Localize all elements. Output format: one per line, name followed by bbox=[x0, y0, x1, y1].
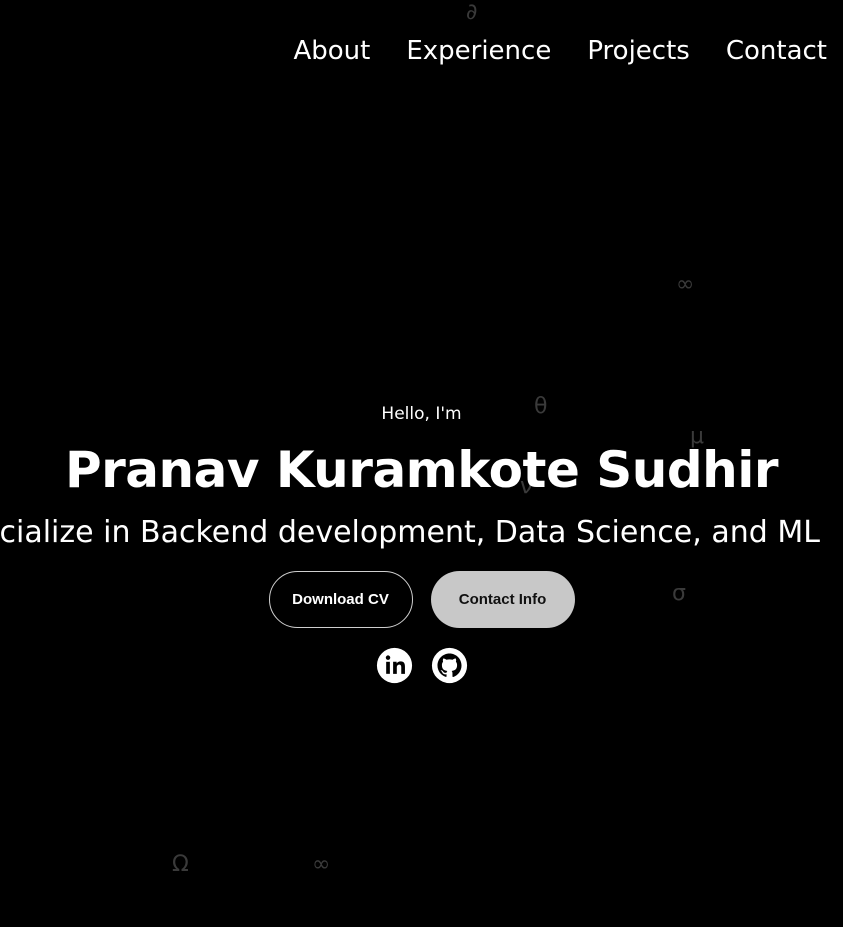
hero-buttons: Download CV Contact Info bbox=[0, 571, 843, 628]
nav-link-about[interactable]: About bbox=[293, 30, 370, 72]
nav-link-projects[interactable]: Projects bbox=[587, 30, 690, 72]
download-cv-button[interactable]: Download CV bbox=[268, 571, 413, 628]
hero-greeting: Hello, I'm bbox=[381, 404, 462, 424]
social-links bbox=[0, 647, 843, 684]
hero-tagline-container: I specialize in Backend development, Dat… bbox=[0, 510, 843, 556]
linkedin-icon[interactable] bbox=[376, 647, 413, 684]
hero-name: Pranav Kuramkote Sudhir bbox=[64, 441, 779, 499]
hero-tagline: I specialize in Backend development, Dat… bbox=[0, 515, 820, 550]
nav-link-contact[interactable]: Contact bbox=[726, 30, 827, 72]
background-symbol-omega: Ω bbox=[172, 852, 189, 877]
background-symbol-partial: ∂ bbox=[466, 0, 478, 25]
github-icon[interactable] bbox=[431, 647, 468, 684]
contact-info-button[interactable]: Contact Info bbox=[430, 571, 575, 628]
top-navigation: About Experience Projects Contact bbox=[293, 30, 827, 72]
hero-section: Hello, I'm Pranav Kuramkote Sudhir bbox=[0, 400, 843, 500]
nav-link-experience[interactable]: Experience bbox=[406, 30, 551, 72]
background-symbol-infinity: ∞ bbox=[312, 852, 331, 877]
background-symbol-infinity: ∞ bbox=[676, 272, 695, 297]
